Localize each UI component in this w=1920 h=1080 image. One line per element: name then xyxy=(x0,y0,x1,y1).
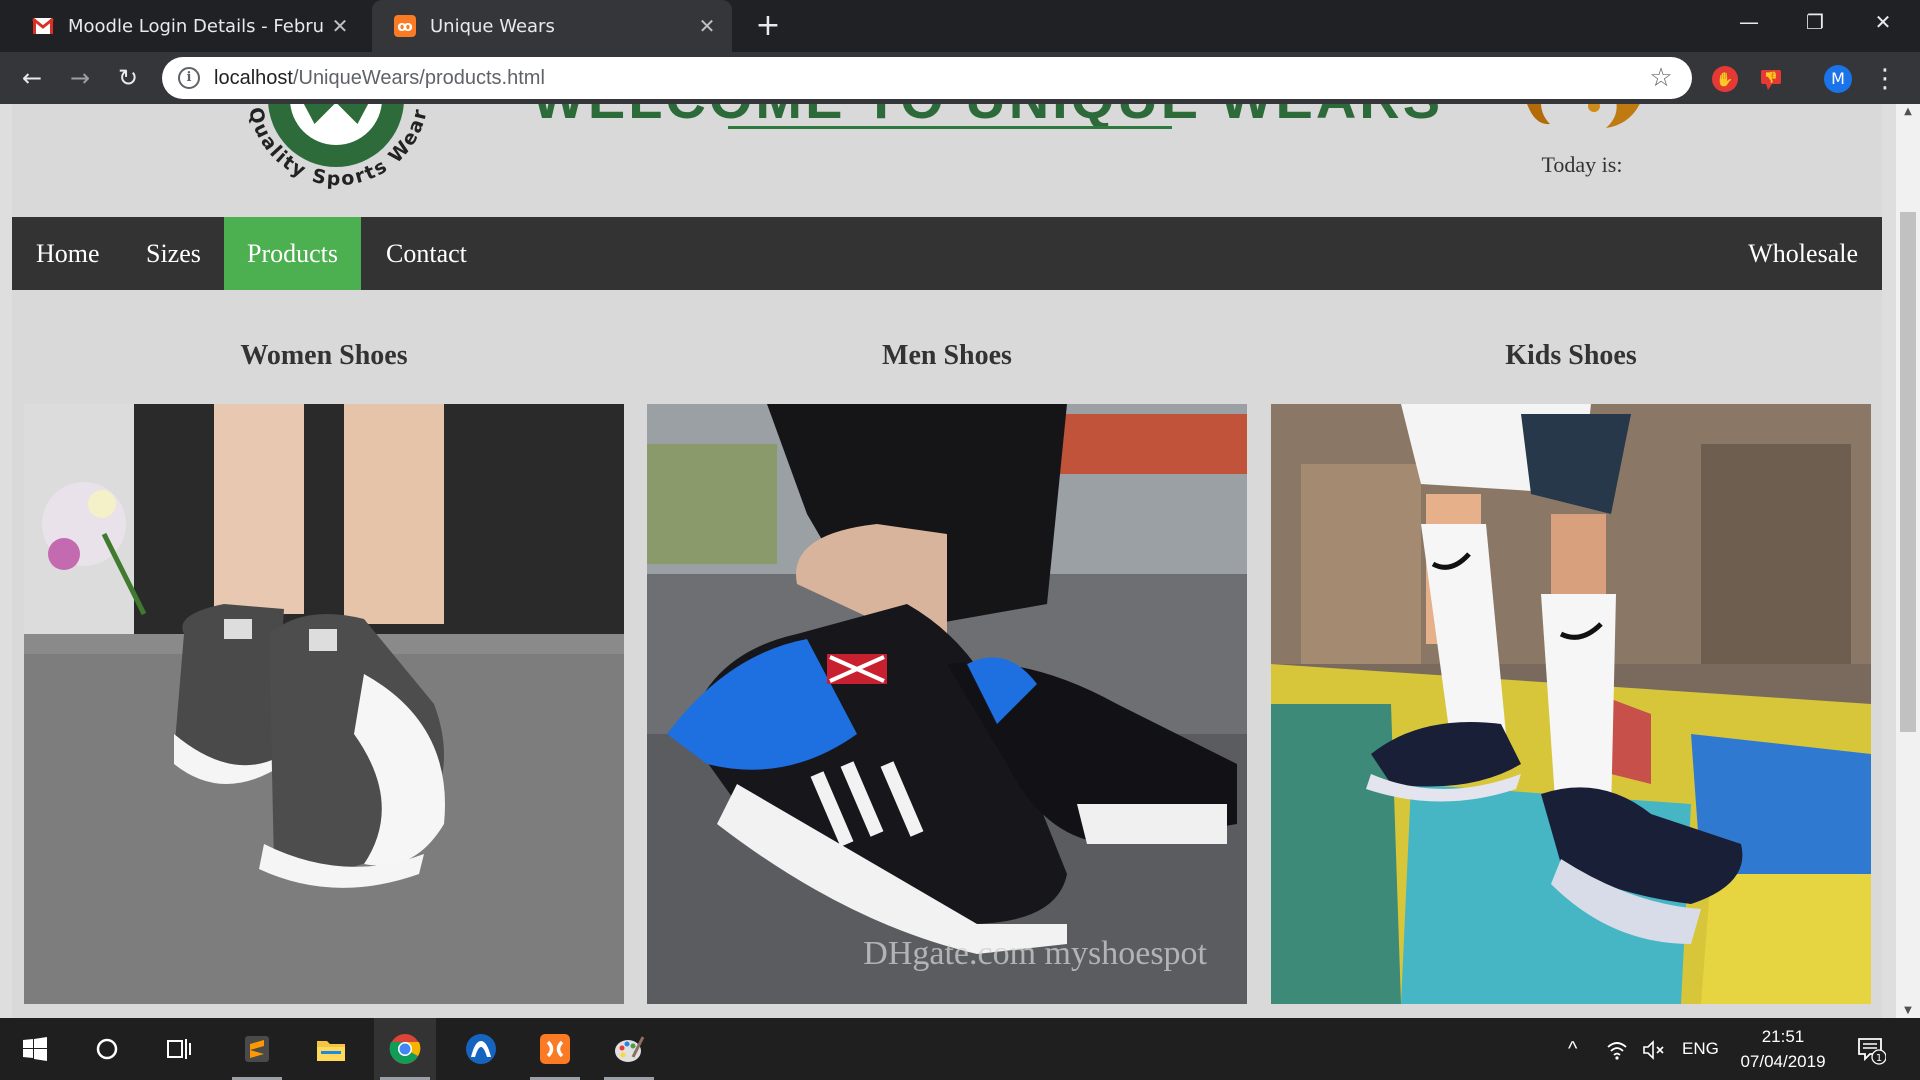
info-icon[interactable]: i xyxy=(178,67,200,89)
notification-count: 1 xyxy=(1876,1053,1882,1064)
minimize-button[interactable]: — xyxy=(1716,0,1782,44)
browser-tab-strip: Moodle Login Details - February ✕ ꝏ Uniq… xyxy=(0,0,1920,52)
tab-title: Unique Wears xyxy=(430,15,555,37)
xampp-taskbar-icon[interactable] xyxy=(524,1018,586,1080)
tab-title: Moodle Login Details - February xyxy=(68,15,325,37)
kids-shoes-title: Kids Shoes xyxy=(1505,340,1637,371)
clock-time: 21:51 xyxy=(1761,1027,1805,1046)
gmail-icon xyxy=(32,15,54,37)
cortana-search-icon[interactable] xyxy=(76,1018,138,1080)
url-host: localhost xyxy=(214,66,293,89)
close-icon[interactable]: ✕ xyxy=(325,14,355,38)
paint-icon[interactable] xyxy=(598,1018,660,1080)
bookmark-star-icon[interactable]: ☆ xyxy=(1646,63,1676,93)
site-logo[interactable]: Quality Sports Wear xyxy=(218,104,458,214)
nav-contact[interactable]: Contact xyxy=(362,217,491,290)
file-explorer-icon[interactable] xyxy=(300,1018,362,1080)
svg-text:👎: 👎 xyxy=(1764,71,1778,84)
volume-muted-icon[interactable] xyxy=(1642,1018,1666,1080)
taskbar-clock[interactable]: 21:51 07/04/2019 xyxy=(1728,1024,1838,1074)
close-window-button[interactable]: ✕ xyxy=(1850,0,1916,44)
tab-moodle[interactable]: Moodle Login Details - February ✕ xyxy=(10,0,365,52)
clock-date: 07/04/2019 xyxy=(1740,1052,1826,1071)
nav-products[interactable]: Products xyxy=(224,217,361,290)
action-center-icon[interactable]: 1 xyxy=(1856,1018,1906,1080)
image-watermark: DHgate.com myshoespot xyxy=(863,935,1207,972)
nav-home[interactable]: Home xyxy=(12,217,124,290)
svg-text:ꝏ: ꝏ xyxy=(397,19,412,35)
forward-icon[interactable]: → xyxy=(62,60,98,96)
windows-taskbar: ^ ENG 21:51 07/04/2019 1 xyxy=(0,1018,1920,1080)
menu-kebab-icon[interactable]: ⋮ xyxy=(1872,64,1898,94)
kids-shoes-photo[interactable] xyxy=(1271,404,1871,1004)
women-shoes-title: Women Shoes xyxy=(240,340,408,371)
svg-text:✋: ✋ xyxy=(1716,71,1733,88)
scroll-up-arrow[interactable]: ▲ xyxy=(1896,106,1920,117)
input-language[interactable]: ENG xyxy=(1682,1018,1719,1080)
site-nav-bar: Home Sizes Products Contact Wholesale xyxy=(12,217,1882,290)
men-shoes-title: Men Shoes xyxy=(882,340,1012,371)
today-label: Today is: xyxy=(1541,152,1623,177)
adblock-extension-icon[interactable]: ✋ xyxy=(1712,66,1738,92)
men-shoes-photo[interactable]: DHgate.com myshoespot xyxy=(647,404,1247,1004)
address-bar[interactable]: i localhost/UniqueWears/products.html ☆ xyxy=(162,57,1692,99)
page-scrollbar[interactable]: ▲ ▼ xyxy=(1896,104,1920,1018)
close-icon[interactable]: ✕ xyxy=(692,14,722,38)
weather-sun-icon xyxy=(1527,104,1640,128)
url-path: /UniqueWears/products.html xyxy=(292,66,545,89)
new-tab-button[interactable]: + xyxy=(748,6,788,46)
xampp-icon: ꝏ xyxy=(394,15,416,37)
chrome-icon[interactable] xyxy=(374,1018,436,1080)
nav-sizes[interactable]: Sizes xyxy=(122,217,225,290)
back-icon[interactable]: ← xyxy=(14,60,50,96)
page-viewport: Quality Sports Wear WELCOME TO UNIQUE WE… xyxy=(0,104,1920,1018)
dislike-extension-icon[interactable]: 👎 xyxy=(1758,66,1784,92)
sublime-text-icon[interactable] xyxy=(226,1018,288,1080)
wifi-icon[interactable] xyxy=(1606,1018,1628,1080)
nav-wholesale[interactable]: Wholesale xyxy=(1724,217,1882,290)
profile-avatar[interactable]: M xyxy=(1824,65,1852,93)
tab-unique-wears[interactable]: ꝏ Unique Wears ✕ xyxy=(372,0,732,52)
welcome-underline xyxy=(728,126,1172,129)
reload-icon[interactable]: ↻ xyxy=(110,60,146,96)
scrollbar-thumb[interactable] xyxy=(1900,212,1916,732)
windows-start-icon[interactable] xyxy=(4,1018,66,1080)
unique-wears-page: Quality Sports Wear WELCOME TO UNIQUE WE… xyxy=(12,104,1882,1018)
url-text[interactable]: localhost/UniqueWears/products.html xyxy=(214,67,1646,90)
women-shoes-photo[interactable] xyxy=(24,404,624,1004)
scroll-down-arrow[interactable]: ▼ xyxy=(1896,1005,1920,1016)
browser-toolbar: ← → ↻ i localhost/UniqueWears/products.h… xyxy=(0,52,1920,104)
task-view-icon[interactable] xyxy=(148,1018,210,1080)
tray-overflow-icon[interactable]: ^ xyxy=(1568,1018,1577,1080)
mysql-workbench-icon[interactable] xyxy=(450,1018,512,1080)
restore-button[interactable]: ❐ xyxy=(1782,0,1848,44)
